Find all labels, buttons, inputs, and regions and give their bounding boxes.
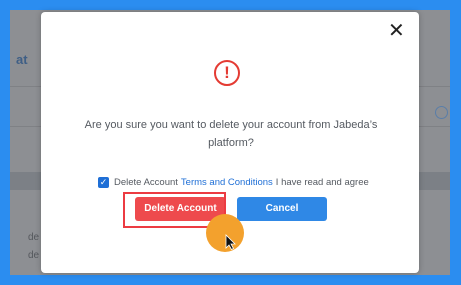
- background-text-fragment: de: [28, 232, 40, 243]
- agree-prefix: Delete Account: [114, 176, 178, 188]
- background-text-fragment: de: [28, 250, 40, 261]
- background-heading-fragment: at: [16, 52, 28, 67]
- terms-agreement: ✓ Delete Account Terms and Conditions I …: [98, 174, 369, 190]
- mouse-cursor-icon: [225, 234, 236, 250]
- delete-account-dialog: ✕ ! Are you sure you want to delete your…: [41, 12, 419, 273]
- agree-suffix: I have read and agree: [275, 176, 369, 188]
- confirmation-question: Are you sure you want to delete your acc…: [84, 119, 378, 149]
- background-info-icon: [435, 106, 448, 119]
- terms-link[interactable]: Terms and Conditions: [181, 177, 273, 188]
- cancel-button[interactable]: Cancel: [237, 197, 327, 221]
- close-icon[interactable]: ✕: [388, 21, 405, 41]
- warning-icon: !: [214, 60, 240, 86]
- agree-checkbox[interactable]: ✓: [98, 176, 109, 188]
